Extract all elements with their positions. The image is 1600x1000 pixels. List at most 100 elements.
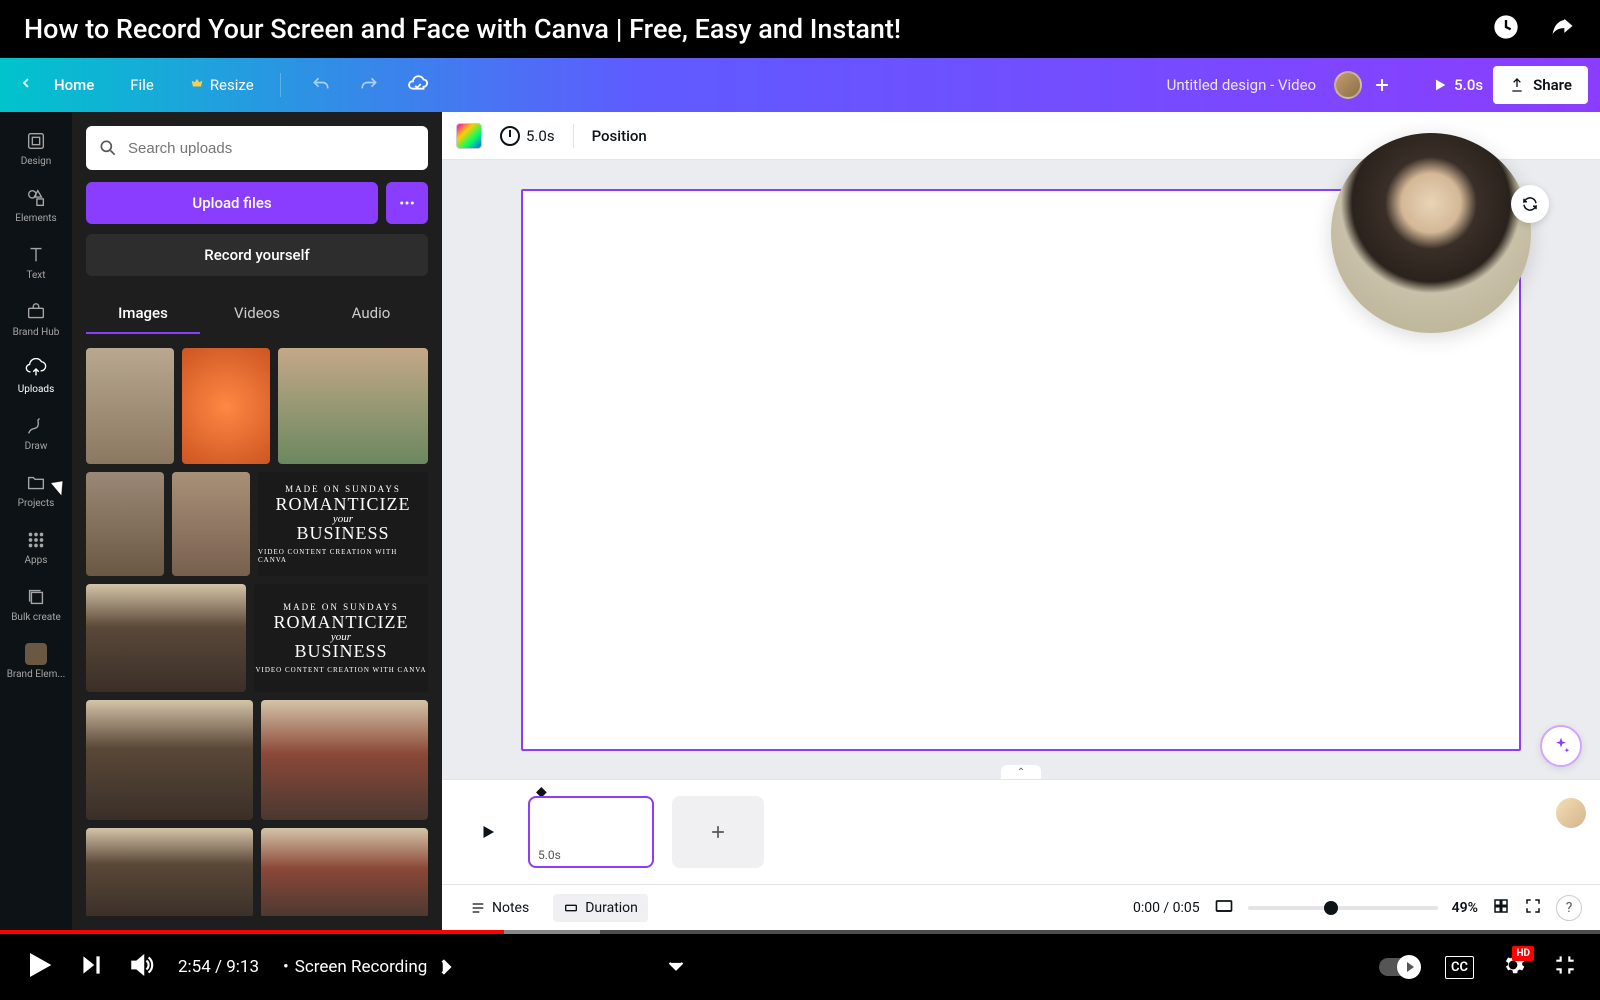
- share-icon[interactable]: [1548, 13, 1576, 45]
- captions-button[interactable]: CC: [1445, 956, 1474, 979]
- nav-rail: Design Elements Text Brand Hub Uploads D…: [0, 112, 72, 930]
- timing-value: 5.0s: [526, 127, 555, 145]
- yt-chapter-button[interactable]: • Screen Recording: [283, 954, 459, 980]
- upload-files-button[interactable]: Upload files: [86, 182, 378, 224]
- yt-volume-button[interactable]: [128, 952, 154, 982]
- notes-button[interactable]: Notes: [460, 894, 539, 922]
- home-button[interactable]: Home: [48, 68, 100, 102]
- share-label: Share: [1533, 76, 1572, 94]
- yt-chapters-toggle-icon[interactable]: [663, 952, 689, 982]
- nav-draw[interactable]: Draw: [0, 405, 72, 462]
- upload-thumb[interactable]: [182, 348, 270, 464]
- youtube-player-controls: 2:54 / 9:13 • Screen Recording CC HD: [0, 930, 1600, 1000]
- scene-duration: 5.0s: [538, 848, 561, 862]
- view-mode-icon[interactable]: [1214, 896, 1234, 920]
- image-gallery: MADE ON SUNDAYS ROMANTICIZE your BUSINES…: [86, 348, 428, 916]
- bottom-toolbar: Notes Duration 0:00 / 0:05 49%: [442, 884, 1600, 930]
- upload-thumb[interactable]: MADE ON SUNDAYS ROMANTICIZE your BUSINES…: [254, 584, 428, 692]
- progress-bar[interactable]: [0, 930, 1600, 934]
- hd-badge: HD: [1512, 946, 1534, 961]
- cloud-sync-icon[interactable]: [397, 66, 439, 104]
- divider: [280, 73, 281, 97]
- yt-play-button[interactable]: [22, 949, 54, 985]
- redo-icon[interactable]: [349, 67, 389, 103]
- tab-images[interactable]: Images: [86, 294, 200, 334]
- dots-icon: [398, 194, 416, 212]
- duration-button[interactable]: Duration: [553, 894, 648, 922]
- search-input[interactable]: [128, 140, 416, 157]
- insights-icon[interactable]: [1402, 75, 1422, 95]
- nav-apps[interactable]: Apps: [0, 519, 72, 576]
- timing-button[interactable]: 5.0s: [500, 126, 555, 146]
- nav-uploads[interactable]: Uploads: [0, 348, 72, 405]
- canvas-page[interactable]: [521, 189, 1521, 751]
- fullscreen-icon[interactable]: [1524, 897, 1542, 919]
- play-icon: [479, 823, 497, 841]
- preview-button[interactable]: 5.0s: [1432, 76, 1483, 94]
- upload-more-button[interactable]: [386, 182, 428, 224]
- canvas-stage[interactable]: ⌃: [442, 160, 1600, 779]
- yt-next-button[interactable]: [78, 952, 104, 982]
- tab-videos[interactable]: Videos: [200, 294, 314, 334]
- upload-thumb[interactable]: [278, 348, 428, 464]
- grid-view-icon[interactable]: [1492, 897, 1510, 919]
- nav-elements[interactable]: Elements: [0, 177, 72, 234]
- scene-thumbnail[interactable]: 5.0s: [528, 796, 654, 868]
- upload-thumb[interactable]: [172, 472, 250, 576]
- webcam-bubble[interactable]: [1331, 133, 1531, 333]
- nav-brand-elements[interactable]: Brand Elem...: [0, 633, 72, 690]
- back-chevron-icon[interactable]: [12, 69, 40, 101]
- yt-time-display: 2:54 / 9:13: [178, 957, 259, 977]
- add-collaborator-icon[interactable]: [1372, 75, 1392, 95]
- upload-thumb[interactable]: [261, 700, 428, 820]
- sparkle-icon: [1551, 736, 1571, 756]
- timeline-play-button[interactable]: [466, 810, 510, 854]
- position-button[interactable]: Position: [592, 127, 647, 145]
- resize-button[interactable]: Resize: [184, 68, 260, 102]
- clock-icon: [500, 126, 520, 146]
- user-avatar[interactable]: [1334, 71, 1362, 99]
- settings-button[interactable]: HD: [1500, 952, 1526, 982]
- autoplay-toggle[interactable]: [1379, 958, 1419, 976]
- duration-icon: [563, 900, 579, 916]
- upload-thumb[interactable]: [86, 348, 174, 464]
- collapse-timeline-icon[interactable]: ⌃: [1001, 765, 1041, 779]
- watch-later-icon[interactable]: [1492, 13, 1520, 45]
- timeline-area: ◆ 5.0s Notes: [442, 779, 1600, 930]
- nav-brand-hub[interactable]: Brand Hub: [0, 291, 72, 348]
- add-scene-button[interactable]: [672, 796, 764, 868]
- chevron-right-icon: [433, 954, 459, 980]
- search-input-wrapper[interactable]: [86, 126, 428, 170]
- upload-tabs: Images Videos Audio: [86, 294, 428, 334]
- preview-duration: 5.0s: [1454, 76, 1483, 94]
- upload-thumb[interactable]: [86, 828, 253, 916]
- nav-text[interactable]: Text: [0, 234, 72, 291]
- record-yourself-button[interactable]: Record yourself: [86, 234, 428, 276]
- plus-icon: [708, 822, 728, 842]
- file-menu[interactable]: File: [116, 68, 168, 102]
- undo-icon[interactable]: [301, 67, 341, 103]
- upload-thumb[interactable]: [86, 472, 164, 576]
- document-title[interactable]: Untitled design - Video: [1167, 76, 1317, 94]
- exit-fullscreen-button[interactable]: [1552, 952, 1578, 982]
- canva-app: Home File Resize Untitled design - Video: [0, 58, 1600, 930]
- search-icon: [98, 138, 118, 158]
- refresh-icon: [1521, 195, 1539, 213]
- background-color-button[interactable]: [456, 123, 482, 149]
- slider-knob[interactable]: [1324, 901, 1338, 915]
- nav-design[interactable]: Design: [0, 120, 72, 177]
- upload-thumb[interactable]: [86, 700, 253, 820]
- tab-audio[interactable]: Audio: [314, 294, 428, 334]
- magic-button[interactable]: [1540, 725, 1582, 767]
- zoom-slider[interactable]: [1248, 906, 1438, 910]
- zoom-percent[interactable]: 49%: [1452, 900, 1478, 916]
- upload-thumb[interactable]: [261, 828, 428, 916]
- refresh-button[interactable]: [1511, 185, 1549, 223]
- upload-thumb[interactable]: MADE ON SUNDAYS ROMANTICIZE your BUSINES…: [258, 472, 428, 576]
- progress-played: [0, 930, 504, 934]
- toggle-knob: [1397, 955, 1421, 979]
- share-button[interactable]: Share: [1493, 66, 1588, 104]
- nav-bulk-create[interactable]: Bulk create: [0, 576, 72, 633]
- upload-thumb[interactable]: [86, 584, 246, 692]
- help-button[interactable]: ?: [1556, 895, 1582, 921]
